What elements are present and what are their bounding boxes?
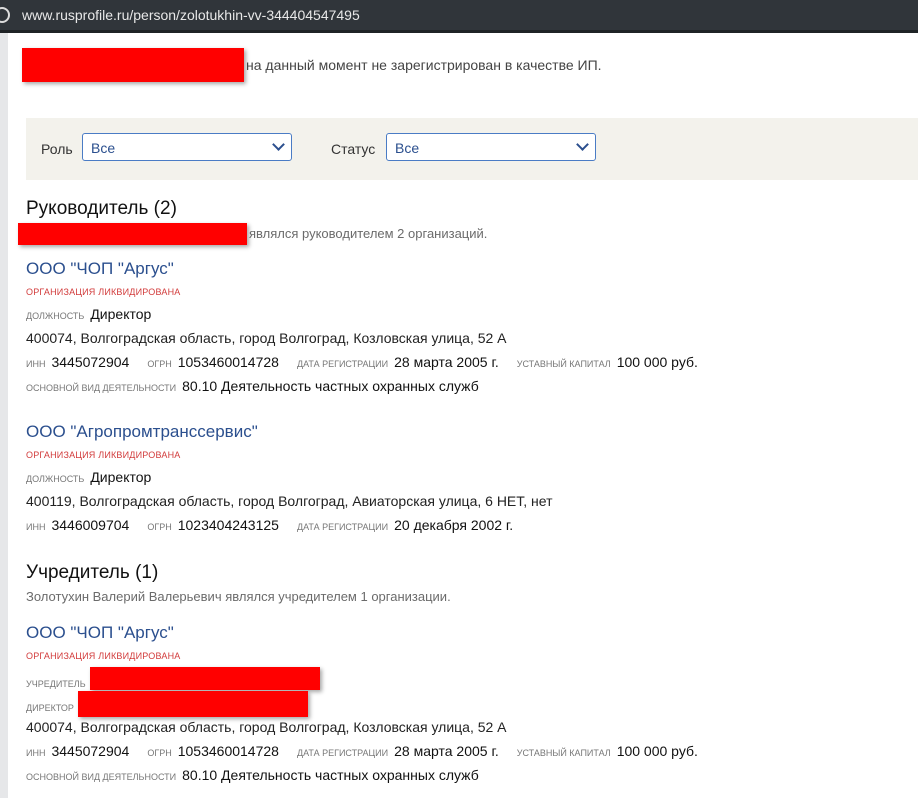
reg-date-value: 28 марта 2005 г.	[394, 743, 499, 759]
address-bar: www.rusprofile.ru/person/zolotukhin-vv-3…	[0, 0, 918, 33]
status-label: Статус	[331, 141, 376, 157]
inn-label: ИНН	[26, 522, 46, 532]
position-value: Директор	[90, 306, 152, 322]
section-subtitle: Золотухин Валерий Валерьевич являлся учр…	[26, 589, 451, 604]
redaction	[78, 691, 308, 717]
status-badge: ОРГАНИЗАЦИЯ ЛИКВИДИРОВАНА	[26, 651, 181, 661]
founder-label: учредитель	[26, 679, 86, 689]
activity-value: 80.10 Деятельность частных охранных служ…	[182, 767, 479, 783]
activity-label: основной вид деятельности	[26, 772, 177, 782]
reg-date-label: дата регистрации	[296, 748, 389, 758]
redaction	[90, 667, 320, 690]
org-link[interactable]: ООО "Агропромтранссервис"	[26, 422, 258, 442]
inn-label: ИНН	[26, 359, 46, 369]
status-badge: ОРГАНИЗАЦИЯ ЛИКВИДИРОВАНА	[26, 287, 181, 297]
ogrn-value: 1053460014728	[177, 354, 279, 370]
section-title-head: Руководитель (2)	[26, 198, 177, 219]
section-title-founder: Учредитель (1)	[26, 562, 159, 583]
capital-label: уставный капитал	[516, 748, 611, 758]
ogrn-value: 1023404243125	[177, 517, 279, 533]
status-badge: ОРГАНИЗАЦИЯ ЛИКВИДИРОВАНА	[26, 450, 181, 460]
left-edge	[0, 33, 8, 798]
capital-value: 100 000 руб.	[616, 743, 698, 759]
reg-date-label: дата регистрации	[296, 522, 389, 532]
reg-date-label: дата регистрации	[296, 359, 389, 369]
activity-label: основной вид деятельности	[26, 383, 177, 393]
role-select[interactable]: Все	[82, 133, 292, 161]
url-field[interactable]: www.rusprofile.ru/person/zolotukhin-vv-3…	[22, 7, 360, 23]
address: 400119, Волгоградская область, город Вол…	[26, 493, 553, 509]
org-link[interactable]: ООО "ЧОП "Аргус"	[26, 623, 174, 643]
filter-panel: Роль Все Статус Все	[26, 118, 918, 180]
role-value: Все	[91, 140, 116, 156]
inn-value: 3446009704	[51, 517, 130, 533]
status-value: Все	[395, 140, 420, 156]
position-value: Директор	[90, 469, 152, 485]
inn-value: 3445072904	[51, 743, 130, 759]
activity-value: 80.10 Деятельность частных охранных служ…	[182, 378, 479, 394]
ogrn-value: 1053460014728	[177, 743, 279, 759]
inn-label: ИНН	[26, 748, 46, 758]
intro-text: на данный момент не зарегистрирован в ка…	[246, 57, 602, 73]
address: 400074, Волгоградская область, город Вол…	[26, 719, 507, 735]
reg-date-value: 20 декабря 2002 г.	[394, 517, 514, 533]
status-select[interactable]: Все	[386, 133, 596, 161]
redaction	[18, 223, 247, 245]
capital-label: уставный капитал	[516, 359, 611, 369]
ogrn-label: ОГРН	[147, 748, 172, 758]
site-info-icon[interactable]	[0, 7, 10, 23]
chevron-down-icon	[272, 138, 285, 151]
position-label: должность	[26, 311, 85, 321]
chevron-down-icon	[576, 138, 589, 151]
role-label: Роль	[41, 141, 73, 157]
capital-value: 100 000 руб.	[616, 354, 698, 370]
director-label: директор	[26, 703, 74, 713]
redaction	[22, 48, 244, 82]
ogrn-label: ОГРН	[147, 359, 172, 369]
inn-value: 3445072904	[51, 354, 130, 370]
reg-date-value: 28 марта 2005 г.	[394, 354, 499, 370]
ogrn-label: ОГРН	[147, 522, 172, 532]
address: 400074, Волгоградская область, город Вол…	[26, 330, 507, 346]
section-subtitle: являлся руководителем 2 организаций.	[249, 226, 488, 241]
position-label: должность	[26, 474, 85, 484]
org-link[interactable]: ООО "ЧОП "Аргус"	[26, 259, 174, 279]
